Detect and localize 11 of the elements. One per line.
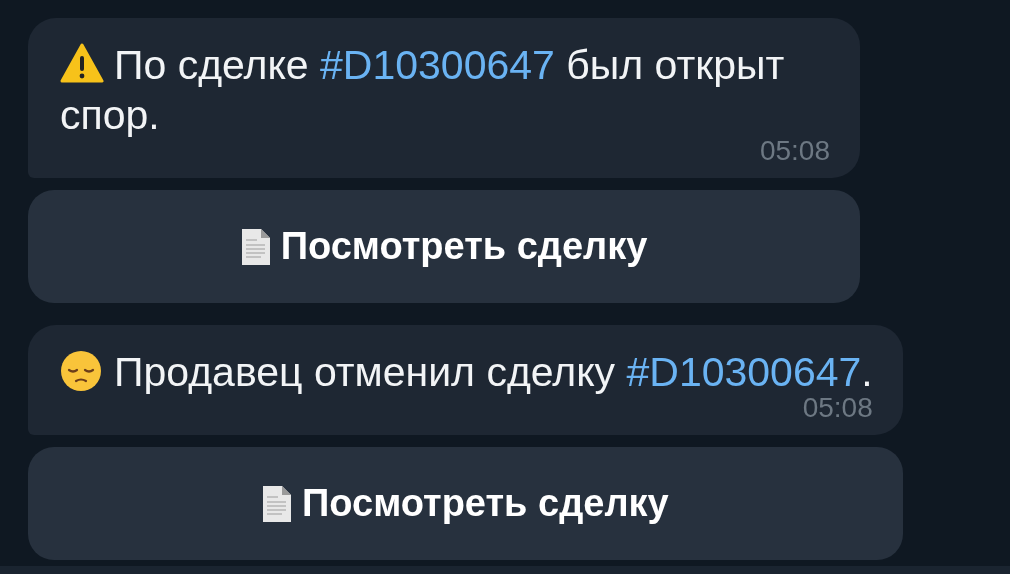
- message-time: 05:08: [802, 392, 873, 423]
- hashtag-link[interactable]: #D10300647: [320, 42, 555, 88]
- hashtag-link[interactable]: #D10300647: [626, 349, 862, 395]
- document-icon: [262, 484, 292, 523]
- message-time: 05:08: [759, 135, 830, 166]
- warning-icon: [60, 43, 104, 83]
- message-text: Продавец отменил сделку #D10300647.: [114, 349, 873, 395]
- document-icon: [240, 227, 271, 266]
- view-deal-button[interactable]: Посмотреть сделку: [28, 447, 903, 560]
- view-deal-button[interactable]: Посмотреть сделку: [28, 190, 860, 303]
- sad-face-icon: [60, 350, 102, 392]
